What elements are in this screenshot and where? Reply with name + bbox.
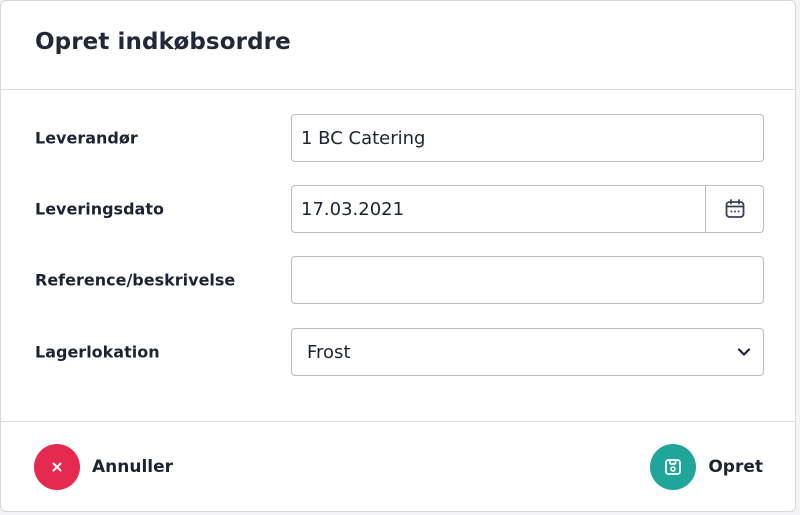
location-row: Lagerlokation Frost bbox=[1, 328, 795, 376]
location-selected-value: Frost bbox=[307, 341, 351, 363]
calendar-icon bbox=[725, 199, 744, 218]
delivery-date-label: Leveringsdato bbox=[35, 199, 164, 219]
create-purchase-order-dialog: Opret indkøbsordre Leverandør Leveringsd… bbox=[0, 0, 796, 512]
reference-row: Reference/beskrivelse bbox=[1, 256, 795, 304]
supplier-field-box bbox=[291, 114, 764, 162]
delivery-date-input[interactable] bbox=[292, 186, 707, 232]
reference-field-box bbox=[291, 256, 764, 304]
dialog-body: Leverandør Leveringsdato bbox=[1, 90, 795, 421]
delivery-date-field-box bbox=[291, 185, 764, 233]
create-label: Opret bbox=[708, 457, 763, 477]
close-icon bbox=[52, 462, 62, 472]
dialog-header: Opret indkøbsordre bbox=[1, 1, 795, 90]
reference-label: Reference/beskrivelse bbox=[35, 270, 236, 290]
supplier-label: Leverandør bbox=[35, 128, 138, 148]
dialog-title: Opret indkøbsordre bbox=[35, 29, 291, 55]
delivery-date-row: Leveringsdato bbox=[1, 185, 795, 233]
location-label: Lagerlokation bbox=[35, 342, 160, 362]
supplier-row: Leverandør bbox=[1, 114, 795, 162]
save-icon bbox=[665, 459, 682, 475]
create-button[interactable]: Opret bbox=[650, 444, 763, 490]
cancel-label: Annuller bbox=[92, 457, 174, 477]
location-select[interactable]: Frost bbox=[291, 328, 764, 376]
chevron-down-icon bbox=[737, 348, 751, 356]
dialog-footer: Annuller Opret bbox=[1, 421, 795, 513]
cancel-circle bbox=[34, 444, 80, 490]
calendar-button[interactable] bbox=[705, 186, 763, 232]
create-circle bbox=[650, 444, 697, 490]
cancel-button[interactable]: Annuller bbox=[34, 444, 173, 490]
reference-input[interactable] bbox=[292, 257, 763, 303]
supplier-input[interactable] bbox=[292, 115, 763, 161]
